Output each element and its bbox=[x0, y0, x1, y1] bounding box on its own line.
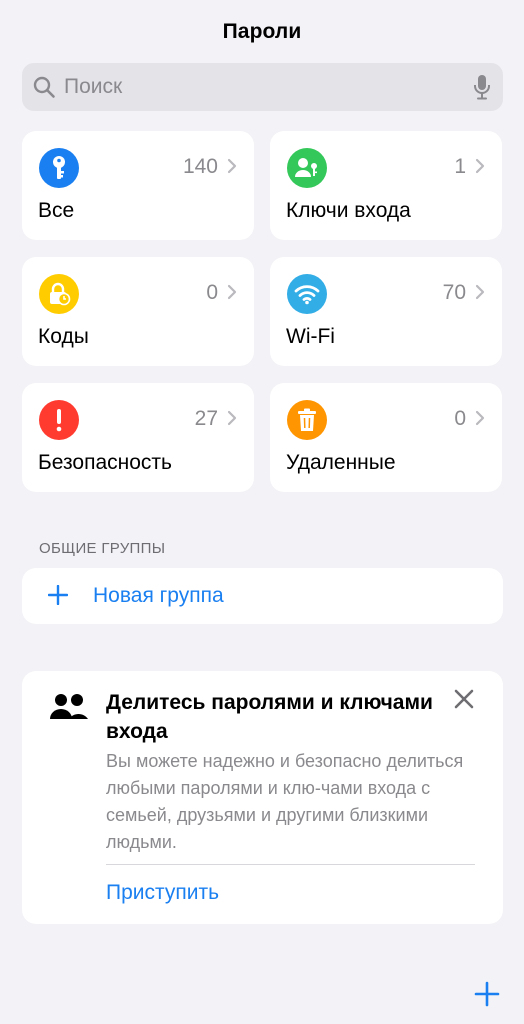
share-card-title: Делитесь паролями и ключами входа bbox=[106, 691, 433, 743]
search-bar[interactable]: Поиск bbox=[22, 63, 503, 111]
lock-clock-icon bbox=[39, 274, 79, 314]
wifi-icon bbox=[287, 274, 327, 314]
divider bbox=[106, 864, 475, 865]
get-started-link[interactable]: Приступить bbox=[106, 881, 219, 905]
chevron-right-icon bbox=[475, 284, 485, 305]
new-group-button[interactable]: Новая группа bbox=[22, 568, 503, 624]
chevron-right-icon bbox=[227, 284, 237, 305]
category-count: 1 bbox=[454, 155, 466, 178]
category-count: 27 bbox=[194, 407, 218, 430]
passkey-person-icon bbox=[287, 148, 327, 188]
exclamation-icon bbox=[39, 400, 79, 440]
search-icon bbox=[32, 75, 56, 104]
microphone-icon[interactable] bbox=[473, 74, 491, 105]
category-count: 0 bbox=[206, 281, 218, 304]
category-wifi[interactable]: 70 Wi-Fi bbox=[270, 257, 502, 366]
category-label: Безопасность bbox=[38, 451, 172, 474]
chevron-right-icon bbox=[475, 410, 485, 431]
category-count: 70 bbox=[442, 281, 466, 304]
new-group-label: Новая группа bbox=[93, 584, 224, 607]
category-codes[interactable]: 0 Коды bbox=[22, 257, 254, 366]
close-icon[interactable] bbox=[454, 689, 474, 714]
plus-icon bbox=[47, 584, 69, 610]
add-password-button[interactable] bbox=[474, 981, 500, 1012]
chevron-right-icon bbox=[227, 158, 237, 179]
category-label: Удаленные bbox=[286, 451, 396, 474]
people-icon bbox=[49, 693, 89, 726]
chevron-right-icon bbox=[475, 158, 485, 179]
search-input[interactable]: Поиск bbox=[64, 75, 122, 99]
category-count: 0 bbox=[454, 407, 466, 430]
category-label: Все bbox=[38, 199, 75, 222]
section-label-shared-groups: ОБЩИЕ ГРУППЫ bbox=[39, 540, 166, 557]
category-label: Коды bbox=[38, 325, 89, 348]
category-security[interactable]: 27 Безопасность bbox=[22, 383, 254, 492]
category-count: 140 bbox=[182, 155, 218, 178]
category-all[interactable]: 140 Все bbox=[22, 131, 254, 240]
key-icon bbox=[39, 148, 79, 188]
chevron-right-icon bbox=[227, 410, 237, 431]
page-title: Пароли bbox=[222, 20, 302, 43]
category-label: Wi-Fi bbox=[286, 325, 335, 348]
share-passwords-card: Делитесь паролями и ключами входа Вы мож… bbox=[22, 671, 503, 924]
category-label: Ключи входа bbox=[286, 199, 411, 222]
category-deleted[interactable]: 0 Удаленные bbox=[270, 383, 502, 492]
category-passkeys[interactable]: 1 Ключи входа bbox=[270, 131, 502, 240]
trash-icon bbox=[287, 400, 327, 440]
share-card-description: Вы можете надежно и безопасно делиться л… bbox=[106, 751, 464, 852]
